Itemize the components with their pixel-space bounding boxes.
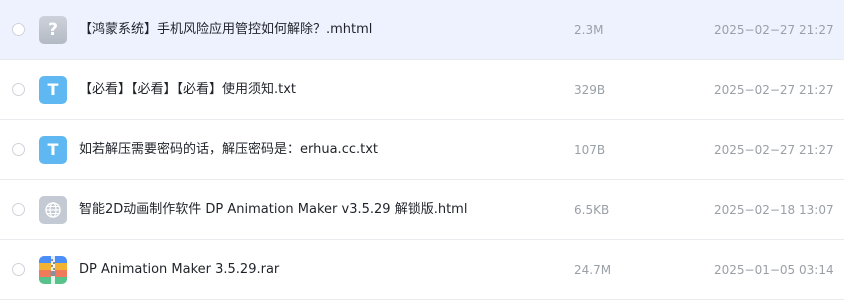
- file-date: 2025−02−18 13:07: [714, 203, 834, 217]
- row-checkbox[interactable]: [12, 263, 25, 276]
- txt-file-icon: T: [39, 76, 67, 104]
- globe-file-icon: [39, 196, 67, 224]
- file-row[interactable]: ? 【鸿蒙系统】手机风险应用管控如何解除？.mhtml 2.3M 2025−02…: [0, 0, 844, 60]
- file-row[interactable]: DP Animation Maker 3.5.29.rar 24.7M 2025…: [0, 240, 844, 300]
- globe-icon: [45, 202, 61, 218]
- file-size: 6.5KB: [574, 203, 610, 217]
- file-date: 2025−02−27 21:27: [714, 23, 834, 37]
- file-size: 329B: [574, 83, 606, 97]
- question-mark-glyph: ?: [48, 20, 58, 40]
- file-name[interactable]: DP Animation Maker 3.5.29.rar: [79, 240, 279, 300]
- archive-icon: [39, 256, 67, 284]
- row-checkbox[interactable]: [12, 203, 25, 216]
- txt-glyph: T: [47, 80, 59, 99]
- file-row[interactable]: T 【必看】【必看】【必看】使用须知.txt 329B 2025−02−27 2…: [0, 60, 844, 120]
- file-date: 2025−01−05 03:14: [714, 263, 834, 277]
- file-row[interactable]: T 如若解压需要密码的话，解压密码是：erhua.cc.txt 107B 202…: [0, 120, 844, 180]
- txt-glyph: T: [47, 140, 59, 159]
- file-row[interactable]: 智能2D动画制作软件 DP Animation Maker v3.5.29 解锁…: [0, 180, 844, 240]
- question-file-icon: ?: [39, 16, 67, 44]
- file-list: ? 【鸿蒙系统】手机风险应用管控如何解除？.mhtml 2.3M 2025−02…: [0, 0, 844, 300]
- file-date: 2025−02−27 21:27: [714, 143, 834, 157]
- row-checkbox[interactable]: [12, 143, 25, 156]
- file-name[interactable]: 智能2D动画制作软件 DP Animation Maker v3.5.29 解锁…: [79, 180, 467, 240]
- row-checkbox[interactable]: [12, 83, 25, 96]
- row-checkbox[interactable]: [12, 23, 25, 36]
- file-name[interactable]: 如若解压需要密码的话，解压密码是：erhua.cc.txt: [79, 120, 378, 180]
- txt-file-icon: T: [39, 136, 67, 164]
- file-size: 107B: [574, 143, 606, 157]
- archive-file-icon: [39, 256, 67, 284]
- file-size: 2.3M: [574, 23, 604, 37]
- file-size: 24.7M: [574, 263, 612, 277]
- file-date: 2025−02−27 21:27: [714, 83, 834, 97]
- file-name[interactable]: 【鸿蒙系统】手机风险应用管控如何解除？.mhtml: [79, 0, 372, 60]
- file-name[interactable]: 【必看】【必看】【必看】使用须知.txt: [79, 60, 296, 120]
